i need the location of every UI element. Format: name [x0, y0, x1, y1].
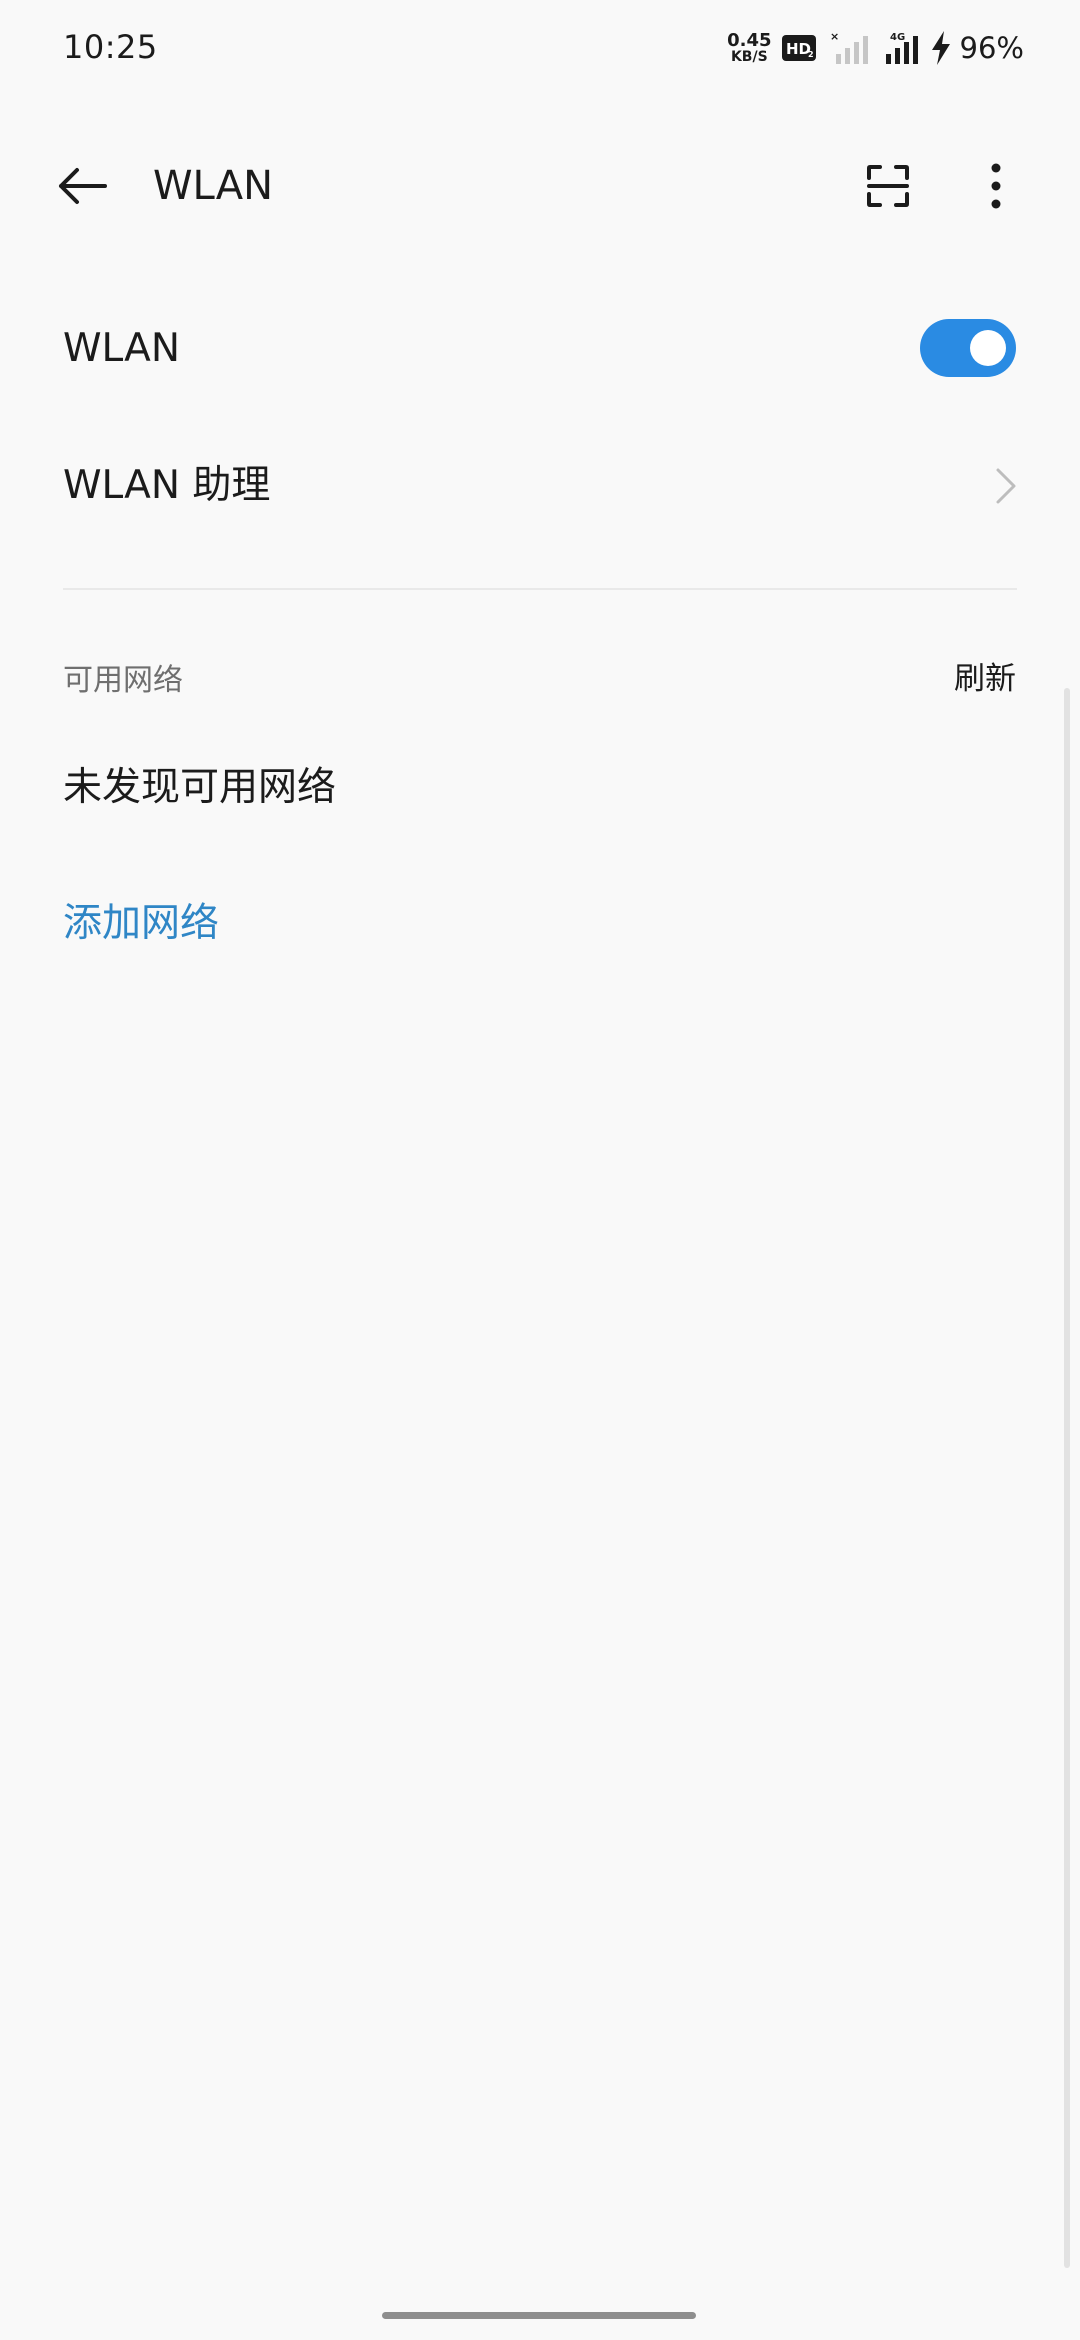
no-signal-icon: × — [830, 30, 868, 64]
more-options-button[interactable] — [964, 154, 1028, 218]
no-networks-message: 未发现可用网络 — [63, 765, 337, 810]
no-networks-row: 未发现可用网络 — [0, 728, 1080, 848]
available-networks-title: 可用网络 — [63, 663, 183, 698]
svg-text:2: 2 — [808, 50, 814, 59]
back-button[interactable] — [50, 154, 114, 218]
cell-4g-label: 4G — [890, 32, 905, 43]
available-networks-header: 可用网络 刷新 — [0, 645, 1080, 705]
scan-qr-icon — [867, 165, 909, 207]
wlan-settings-screen: 10:25 0.45 KB/S HD 2 × 4G 96% WLAN WLAN … — [0, 0, 1080, 2340]
home-indicator[interactable] — [382, 2312, 696, 2319]
add-network-link[interactable]: 添加网络 — [63, 864, 219, 984]
section-divider — [63, 588, 1017, 590]
bolt-icon — [931, 31, 950, 65]
more-vertical-icon — [991, 163, 1001, 209]
hd-voice-icon: HD 2 — [781, 35, 816, 61]
status-time: 10:25 — [63, 28, 158, 66]
app-bar: WLAN — [0, 130, 1080, 242]
add-network-row[interactable]: 添加网络 — [0, 864, 1080, 984]
network-speed-unit: KB/S — [730, 49, 768, 65]
wlan-label: WLAN — [63, 326, 181, 371]
wlan-assistant-label: WLAN 助理 — [63, 463, 271, 508]
refresh-button[interactable]: 刷新 — [954, 653, 1016, 698]
page-title: WLAN — [153, 163, 274, 209]
wlan-toggle-row[interactable]: WLAN — [0, 289, 1080, 409]
wlan-assistant-row[interactable]: WLAN 助理 — [0, 426, 1080, 546]
battery-percent: 96% — [959, 31, 1024, 65]
svg-text:×: × — [830, 30, 839, 43]
status-bar: 10:25 0.45 KB/S HD 2 × 4G 96% — [0, 0, 1080, 96]
chevron-right-icon — [996, 468, 1016, 504]
wlan-switch[interactable] — [920, 319, 1016, 377]
wlan-switch-knob — [970, 330, 1006, 366]
network-speed-value: 0.45 — [727, 30, 772, 51]
arrow-left-icon — [59, 168, 107, 204]
scrollbar[interactable] — [1064, 688, 1070, 2268]
scan-qr-button[interactable] — [856, 154, 920, 218]
status-icons: 0.45 KB/S HD 2 × 4G 96% — [727, 26, 1024, 70]
cell-signal-4g-icon: 4G — [885, 32, 918, 64]
network-speed: 0.45 KB/S — [727, 30, 772, 65]
